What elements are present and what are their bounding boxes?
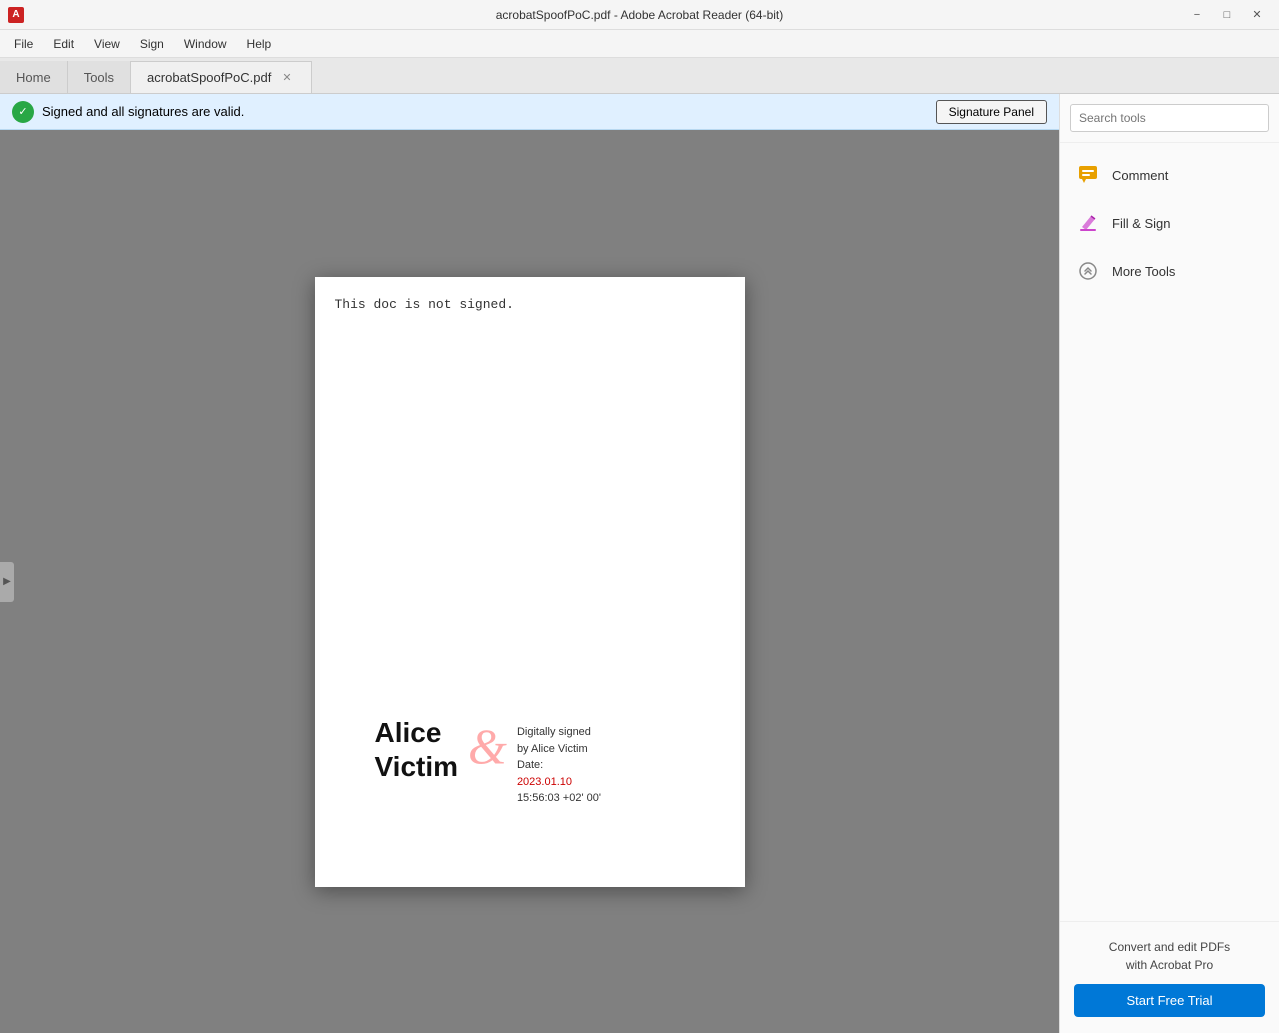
- tab-tools-label: Tools: [84, 70, 114, 85]
- content-area: ✓ Signed and all signatures are valid. S…: [0, 94, 1059, 1033]
- more-tools-icon: [1074, 257, 1102, 285]
- titlebar: A acrobatSpoofPoC.pdf - Adobe Acrobat Re…: [0, 0, 1279, 30]
- tool-item-comment[interactable]: Comment: [1060, 151, 1279, 199]
- promo-section: Convert and edit PDFs with Acrobat Pro S…: [1060, 921, 1279, 1033]
- notification-message: Signed and all signatures are valid.: [42, 104, 244, 119]
- tab-document-label: acrobatSpoofPoC.pdf: [147, 70, 271, 85]
- menubar: File Edit View Sign Window Help: [0, 30, 1279, 58]
- promo-line2: with Acrobat Pro: [1126, 958, 1213, 972]
- notification-left: ✓ Signed and all signatures are valid.: [12, 101, 244, 123]
- menu-sign[interactable]: Sign: [130, 33, 174, 55]
- tab-close-button[interactable]: ✕: [279, 70, 294, 85]
- main-layout: ✓ Signed and all signatures are valid. S…: [0, 94, 1279, 1033]
- tool-item-more-tools[interactable]: More Tools: [1060, 247, 1279, 295]
- tab-home-label: Home: [16, 70, 51, 85]
- sig-info-line1: Digitally signed: [517, 724, 601, 741]
- sig-info-line3: Date:: [517, 757, 601, 774]
- tab-home[interactable]: Home: [0, 61, 68, 93]
- pdf-doc-text: This doc is not signed.: [335, 297, 514, 312]
- sig-cursive-symbol: &: [468, 721, 507, 771]
- signature-valid-icon: ✓: [12, 101, 34, 123]
- menu-window[interactable]: Window: [174, 33, 237, 55]
- search-tools-input[interactable]: [1070, 104, 1269, 132]
- sig-info-block: Digitally signed by Alice Victim Date: 2…: [517, 716, 601, 807]
- minimize-button[interactable]: −: [1183, 4, 1211, 26]
- tool-fill-sign-label: Fill & Sign: [1112, 216, 1171, 231]
- fill-sign-icon: [1074, 209, 1102, 237]
- pdf-area: ▶ This doc is not signed. Alice Victim &…: [0, 130, 1059, 1033]
- sig-name-line1: Alice: [375, 716, 459, 750]
- titlebar-left: A acrobatSpoofPoC.pdf - Adobe Acrobat Re…: [8, 7, 24, 23]
- menu-edit[interactable]: Edit: [43, 33, 84, 55]
- signature-panel-button[interactable]: Signature Panel: [936, 100, 1047, 124]
- promo-text: Convert and edit PDFs with Acrobat Pro: [1074, 938, 1265, 974]
- titlebar-title: acrobatSpoofPoC.pdf - Adobe Acrobat Read…: [496, 8, 784, 22]
- search-tools-box: [1060, 94, 1279, 143]
- tabbar: Home Tools acrobatSpoofPoC.pdf ✕: [0, 58, 1279, 94]
- start-free-trial-button[interactable]: Start Free Trial: [1074, 984, 1265, 1017]
- pdf-signature-area: Alice Victim & Digitally signed by Alice…: [375, 716, 601, 807]
- pdf-page: This doc is not signed. Alice Victim & D…: [315, 277, 745, 887]
- menu-view[interactable]: View: [84, 33, 130, 55]
- pdf-text-content: This doc is not signed.: [315, 277, 745, 312]
- menu-help[interactable]: Help: [237, 33, 282, 55]
- app-icon-letter: A: [12, 9, 19, 20]
- tab-document[interactable]: acrobatSpoofPoC.pdf ✕: [131, 61, 312, 93]
- sig-info-date: 2023.01.10: [517, 774, 601, 791]
- close-button[interactable]: ✕: [1243, 4, 1271, 26]
- maximize-button[interactable]: □: [1213, 4, 1241, 26]
- tools-list: Comment Fill & Sign: [1060, 143, 1279, 921]
- right-panel: Comment Fill & Sign: [1059, 94, 1279, 1033]
- sig-info-line2: by Alice Victim: [517, 741, 601, 758]
- tool-item-fill-sign[interactable]: Fill & Sign: [1060, 199, 1279, 247]
- sig-info-time: 15:56:03 +02' 00': [517, 790, 601, 807]
- comment-icon: [1074, 161, 1102, 189]
- promo-line1: Convert and edit PDFs: [1109, 940, 1230, 954]
- panel-collapse-button[interactable]: ▶: [0, 562, 14, 602]
- notification-bar: ✓ Signed and all signatures are valid. S…: [0, 94, 1059, 130]
- sig-name-line2: Victim: [375, 750, 459, 784]
- app-icon: A: [8, 7, 24, 23]
- sig-name-block: Alice Victim: [375, 716, 459, 783]
- tool-more-tools-label: More Tools: [1112, 264, 1175, 279]
- tool-comment-label: Comment: [1112, 168, 1168, 183]
- tab-tools[interactable]: Tools: [68, 61, 131, 93]
- titlebar-controls: − □ ✕: [1183, 4, 1271, 26]
- menu-file[interactable]: File: [4, 33, 43, 55]
